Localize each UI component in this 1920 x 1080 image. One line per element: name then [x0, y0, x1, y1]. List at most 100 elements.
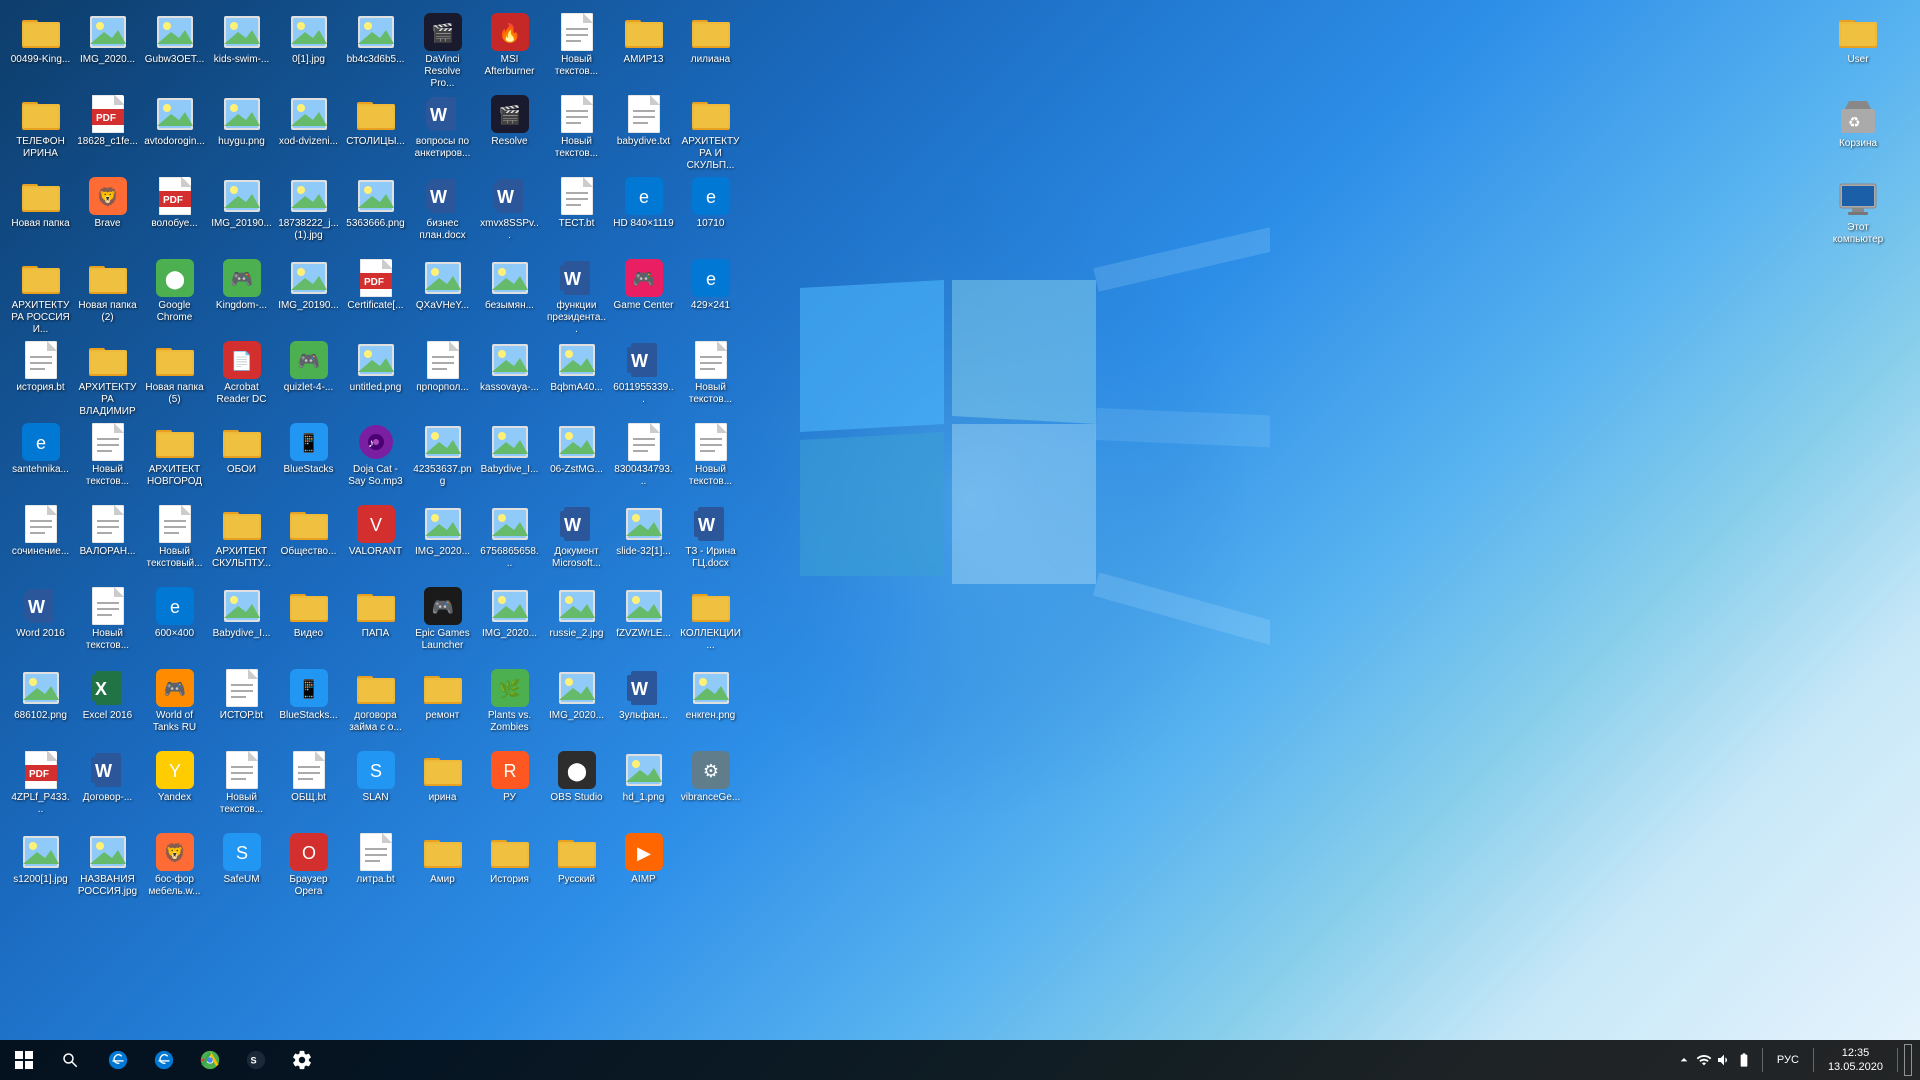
desktop-icon-row9_11[interactable]: R РУ — [477, 746, 542, 826]
desktop-icon-row10_3[interactable]: s1200[1].jpg — [8, 828, 73, 908]
desktop-icon-row4_9[interactable]: история.bt — [8, 336, 73, 416]
desktop-icon-row4_8[interactable]: e 429×241 — [678, 254, 743, 334]
desktop-icon-row1_7[interactable]: 🎬 DaVinci Resolve Pro... — [410, 8, 475, 88]
desktop-icon-r3[interactable]: Этот компьютер — [1808, 176, 1908, 256]
desktop-icon-row6_4[interactable]: 06-ZstMG... — [544, 418, 609, 498]
desktop-icon-row2_11[interactable]: Новая папка — [8, 172, 73, 252]
desktop-icon-row6_12[interactable]: V VALORANT — [343, 500, 408, 580]
desktop-icon-row10_1[interactable]: hd_1.png — [611, 746, 676, 826]
desktop-icon-row2_8[interactable]: Новый текстов... — [544, 90, 609, 170]
desktop-icon-row5_12[interactable]: 📱 BlueStacks — [276, 418, 341, 498]
desktop-icon-row7_3[interactable]: W Документ Microsoft... — [544, 500, 609, 580]
desktop-icon-row9_1[interactable]: IMG_2020... — [544, 664, 609, 744]
desktop-icon-row8_1[interactable]: IMG_2020... — [477, 582, 542, 662]
desktop-icon-row3_4[interactable]: 5363666.png — [343, 172, 408, 252]
desktop-icon-row3_8[interactable]: e HD 840×1119 — [611, 172, 676, 252]
desktop-icon-row10_11[interactable]: Русский — [544, 828, 609, 908]
desktop-icon-row7_9[interactable]: Babydive_I... — [209, 582, 274, 662]
desktop-icon-row10_8[interactable]: литра.bt — [343, 828, 408, 908]
desktop-icon-row6_8[interactable]: ВАЛОРАН... — [75, 500, 140, 580]
desktop-icon-row4_10[interactable]: АРХИТЕКТУРА ВЛАДИМИР — [75, 336, 140, 416]
desktop-icon-row8_4[interactable]: КОЛЛЕКЦИИ... — [678, 582, 743, 662]
desktop-icon-row1_1[interactable]: 00499-King... — [8, 8, 73, 88]
desktop-icon-row9_12[interactable]: ⬤ OBS Studio — [544, 746, 609, 826]
desktop-icon-row10_4[interactable]: НАЗВАНИЯ РОССИЯ.jpg — [75, 828, 140, 908]
desktop-icon-row4_6[interactable]: W функции президента... — [544, 254, 609, 334]
desktop-icon-row5_7[interactable]: Новый текстов... — [678, 336, 743, 416]
desktop-icon-row2_10[interactable]: АРХИТЕКТУРА И СКУЛЬП... — [678, 90, 743, 170]
desktop-icon-row3_1[interactable]: PDF волобуе... — [142, 172, 207, 252]
desktop-icon-row1_3[interactable]: Gubw3OET... — [142, 8, 207, 88]
taskbar-chrome[interactable] — [188, 1040, 232, 1080]
desktop-icon-row9_6[interactable]: Y Yandex — [142, 746, 207, 826]
desktop-icon-row3_2[interactable]: IMG_20190... — [209, 172, 274, 252]
desktop-icon-row1_2[interactable]: IMG_2020... — [75, 8, 140, 88]
desktop-icon-row7_2[interactable]: 6756865658... — [477, 500, 542, 580]
desktop-icon-row2_6[interactable]: W вопросы по анкетиров... — [410, 90, 475, 170]
desktop-icon-row4_1[interactable]: 🎮 Kingdom-... — [209, 254, 274, 334]
desktop-icon-row10_7[interactable]: O Браузер Opera — [276, 828, 341, 908]
desktop-icon-row2_4[interactable]: xod-dvizeni... — [276, 90, 341, 170]
desktop-icon-row7_12[interactable]: 🎮 Epic Games Launcher — [410, 582, 475, 662]
desktop-icon-row9_5[interactable]: W Договор-... — [75, 746, 140, 826]
desktop-icon-row5_10[interactable]: АРХИТЕКТ НОВГОРОД — [142, 418, 207, 498]
chevron-up-icon[interactable] — [1676, 1052, 1692, 1068]
desktop-icon-row10_10[interactable]: История — [477, 828, 542, 908]
desktop-icon-row10_5[interactable]: 🦁 бос-фор мебель.w... — [142, 828, 207, 908]
desktop-icon-row5_5[interactable]: BqbmA40... — [544, 336, 609, 416]
desktop-icon-row5_6[interactable]: W 6011955339... — [611, 336, 676, 416]
desktop-icon-row10_9[interactable]: Амир — [410, 828, 475, 908]
desktop-icon-row1_12[interactable]: ТЕЛЕФОН ИРИНА — [8, 90, 73, 170]
desktop-icon-row2_3[interactable]: huygu.png — [209, 90, 274, 170]
desktop-icon-row8_5[interactable]: 686102.png — [8, 664, 73, 744]
desktop-icon-row7_7[interactable]: Новый текстов... — [75, 582, 140, 662]
desktop-icon-row5_4[interactable]: kassovaya-... — [477, 336, 542, 416]
desktop-icon-row8_11[interactable]: ремонт — [410, 664, 475, 744]
desktop-icon-row8_8[interactable]: ИСТОР.bt — [209, 664, 274, 744]
desktop-icon-row1_4[interactable]: kids-swim-... — [209, 8, 274, 88]
desktop-icon-row3_7[interactable]: ТЕСТ.bt — [544, 172, 609, 252]
desktop-icon-row9_8[interactable]: ОБЩ.bt — [276, 746, 341, 826]
desktop-icon-row6_3[interactable]: Babydive_I... — [477, 418, 542, 498]
desktop-icon-row4_2[interactable]: IMG_20190... — [276, 254, 341, 334]
desktop-icon-row9_9[interactable]: S SLAN — [343, 746, 408, 826]
desktop-icon-row6_5[interactable]: 8300434793... — [611, 418, 676, 498]
desktop-icon-row8_2[interactable]: russie_2.jpg — [544, 582, 609, 662]
desktop-icon-row7_4[interactable]: slide-32[1]... — [611, 500, 676, 580]
desktop-icon-row3_9[interactable]: e 10710 — [678, 172, 743, 252]
desktop-icon-row6_2[interactable]: 42353637.png — [410, 418, 475, 498]
desktop-icon-row6_1[interactable]: ♪ Doja Cat - Say So.mp3 — [343, 418, 408, 498]
desktop-icon-r2[interactable]: ♻ Корзина — [1808, 92, 1908, 172]
desktop-icon-row7_11[interactable]: ПАПА — [343, 582, 408, 662]
desktop-icon-row5_3[interactable]: прпорпол... — [410, 336, 475, 416]
desktop-icon-row8_6[interactable]: X Excel 2016 — [75, 664, 140, 744]
taskbar-settings[interactable] — [280, 1040, 324, 1080]
desktop-icon-row6_10[interactable]: АРХИТЕКТ СКУЛЬПТУ... — [209, 500, 274, 580]
desktop-icon-row7_5[interactable]: W ТЗ - Ирина ГЦ.docx — [678, 500, 743, 580]
desktop-icon-row9_4[interactable]: PDF 4ZPLf_P433... — [8, 746, 73, 826]
desktop-icon-row2_9[interactable]: babydive.txt — [611, 90, 676, 170]
taskbar-clock[interactable]: 12:35 13.05.2020 — [1820, 1046, 1891, 1075]
desktop-icon-row3_11[interactable]: Новая папка (2) — [75, 254, 140, 334]
desktop-icon-row1_9[interactable]: Новый текстов... — [544, 8, 609, 88]
desktop-icon-row9_3[interactable]: енкген.png — [678, 664, 743, 744]
desktop-icon-row6_6[interactable]: Новый текстов... — [678, 418, 743, 498]
desktop-icon-row4_5[interactable]: безымян... — [477, 254, 542, 334]
desktop-icon-row6_7[interactable]: сочинение... — [8, 500, 73, 580]
desktop-icon-row9_7[interactable]: Новый текстов... — [209, 746, 274, 826]
desktop-icon-row8_10[interactable]: договора займа с о... — [343, 664, 408, 744]
desktop-icon-row4_4[interactable]: QXaVHeY... — [410, 254, 475, 334]
desktop-icon-row7_1[interactable]: IMG_2020... — [410, 500, 475, 580]
search-button[interactable] — [48, 1040, 92, 1080]
desktop-icon-row5_1[interactable]: 🎮 quizlet-4-... — [276, 336, 341, 416]
desktop-icon-row1_11[interactable]: лилиана — [678, 8, 743, 88]
desktop-icon-row8_12[interactable]: 🌿 Plants vs. Zombies — [477, 664, 542, 744]
desktop-icon-row8_7[interactable]: 🎮 World of Tanks RU — [142, 664, 207, 744]
desktop-icon-row4_11[interactable]: Новая папка (5) — [142, 336, 207, 416]
desktop-icon-row1_5[interactable]: 0[1].jpg — [276, 8, 341, 88]
desktop-icon-row1_8[interactable]: 🔥 MSI Afterburner — [477, 8, 542, 88]
desktop-icon-row2_2[interactable]: avtodorogin... — [142, 90, 207, 170]
desktop-icon-row3_6[interactable]: W xmvx8SSPv... — [477, 172, 542, 252]
desktop-icon-row5_8[interactable]: e santehnika... — [8, 418, 73, 498]
desktop-icon-row5_2[interactable]: untitled.png — [343, 336, 408, 416]
